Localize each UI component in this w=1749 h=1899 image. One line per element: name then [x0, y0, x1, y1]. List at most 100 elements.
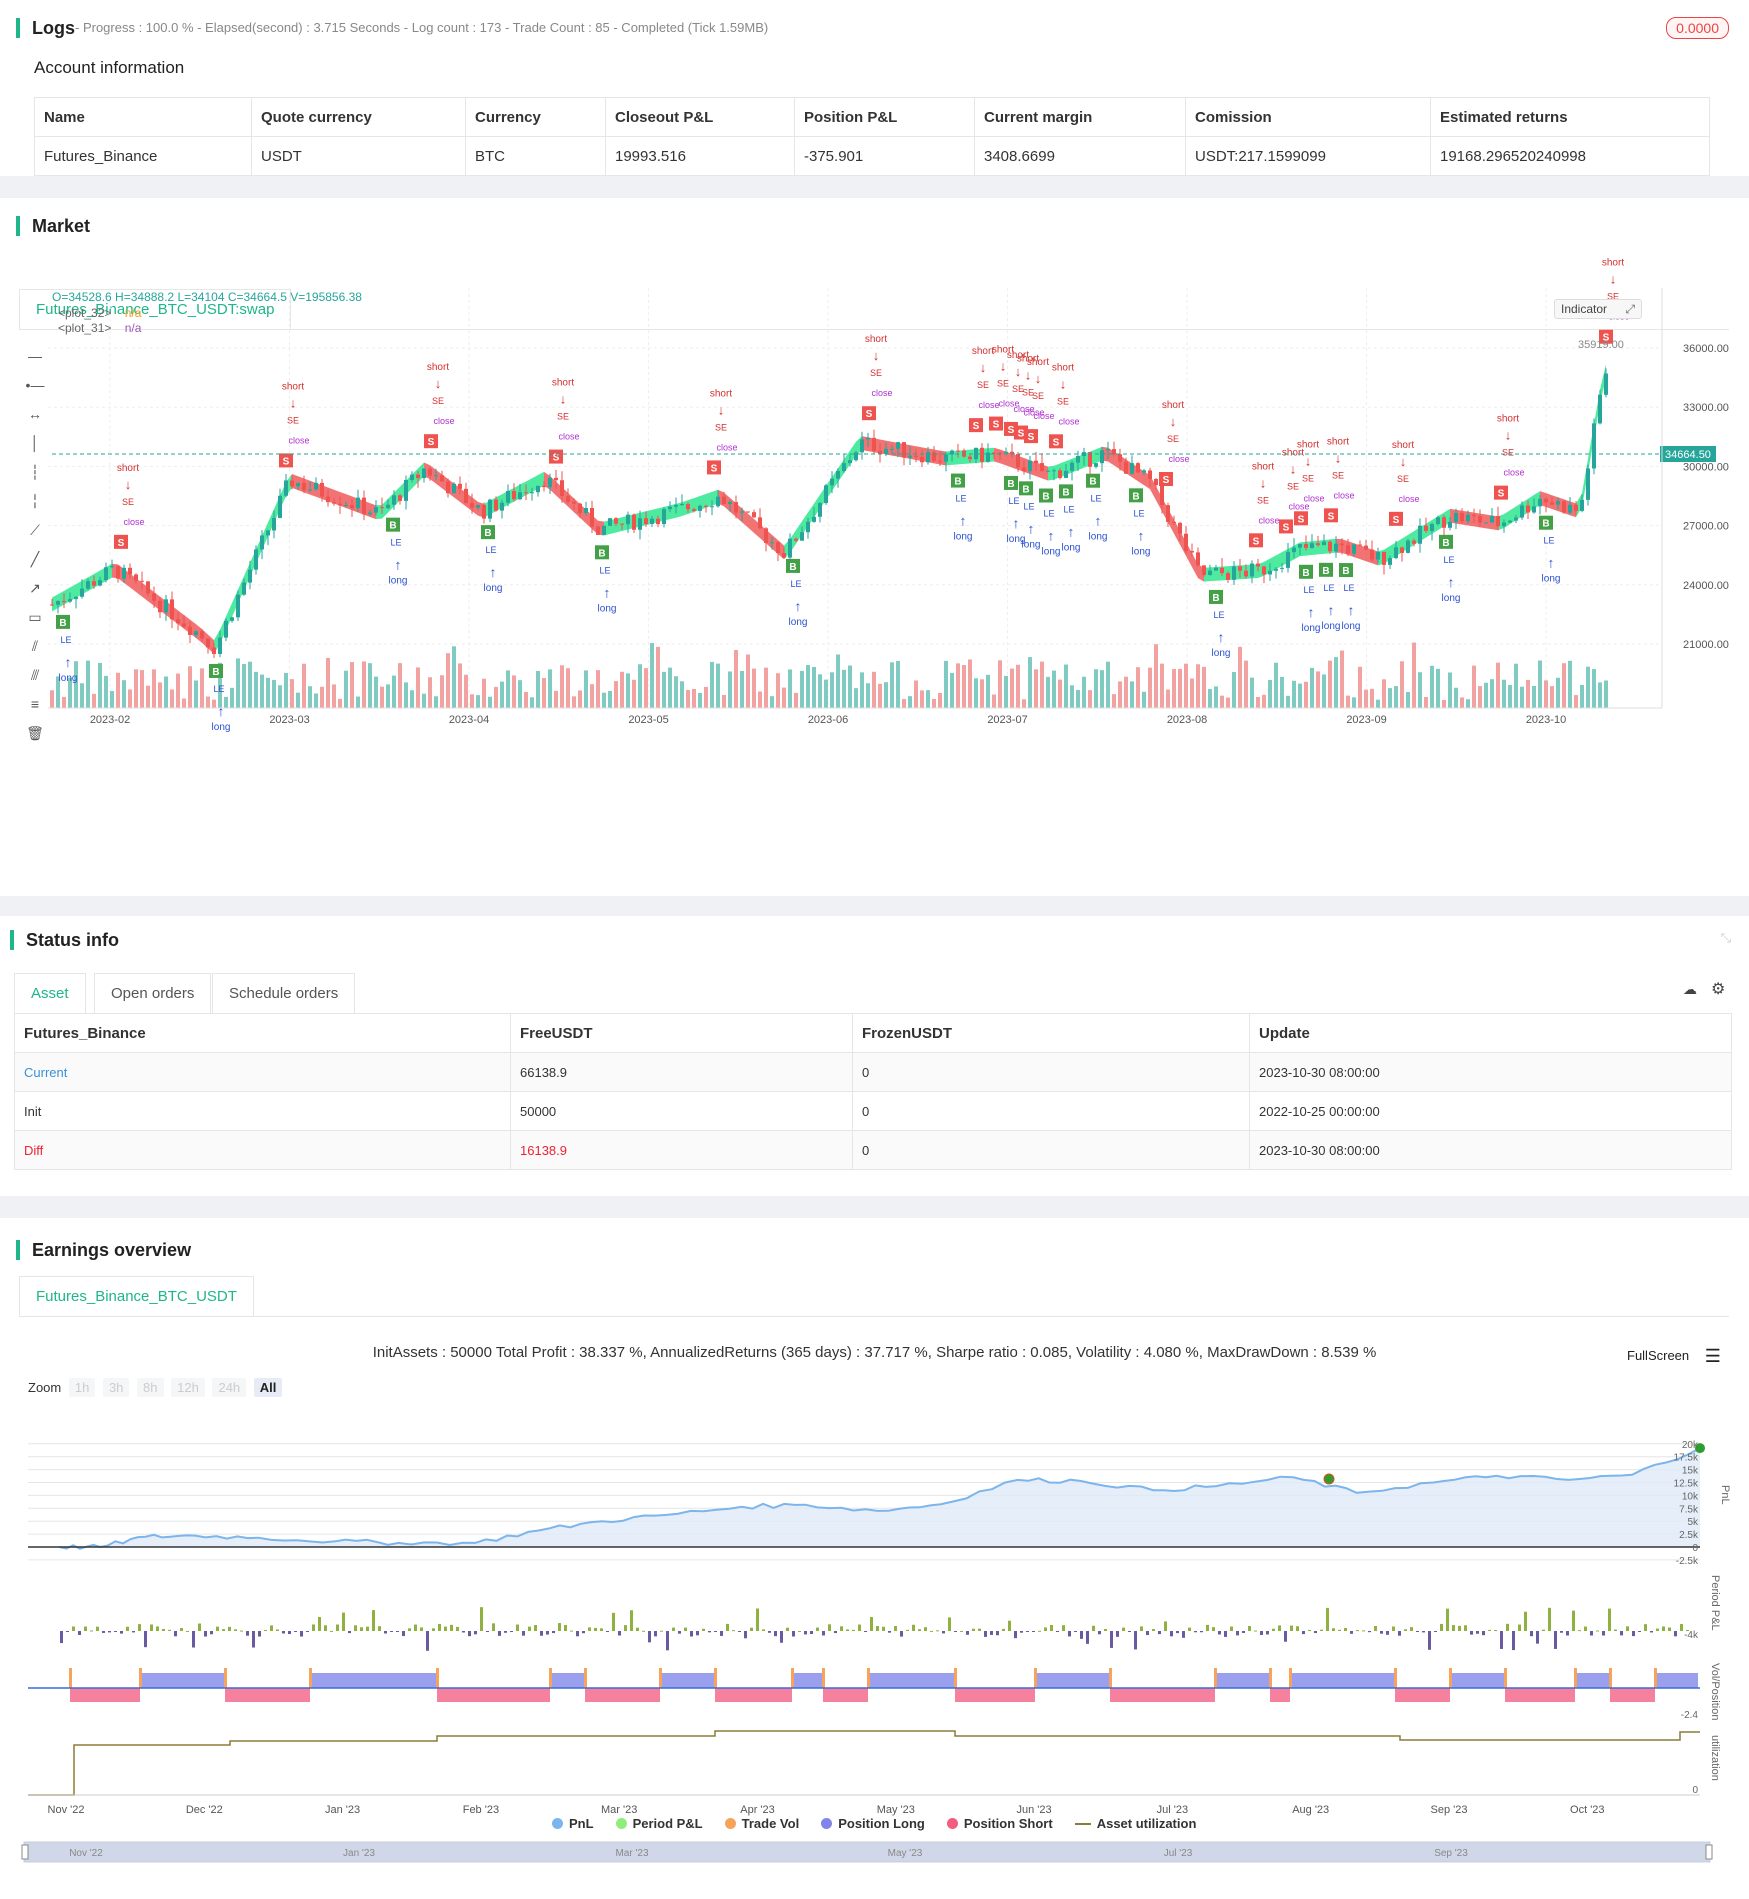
candle-body	[1418, 525, 1422, 544]
period-pnl-bar	[768, 1631, 771, 1633]
period-pnl-bar	[612, 1612, 615, 1631]
zoom-3h-button[interactable]: 3h	[102, 1378, 130, 1397]
period-pnl-bar	[576, 1631, 579, 1637]
legend-item-asset-utilization[interactable]: Asset utilization	[1074, 1816, 1196, 1831]
volume-bar	[1496, 662, 1500, 708]
trade-vol-bar	[1609, 1668, 1612, 1688]
earnings-symbol-tab[interactable]: Futures_Binance_BTC_USDT	[19, 1276, 254, 1316]
trade-vol-bar	[822, 1668, 825, 1688]
tab-open-orders[interactable]: Open orders	[94, 973, 212, 1013]
candle-body	[1214, 567, 1218, 571]
volume-bar	[266, 677, 270, 708]
candle-body	[650, 518, 654, 524]
candle-body	[128, 567, 132, 575]
volume-bar	[1424, 697, 1428, 708]
period-pnl-bar	[1428, 1631, 1431, 1650]
candle-body	[1106, 449, 1110, 451]
candle-body	[1172, 521, 1176, 523]
fullscreen-button[interactable]: FullScreen ☰	[1627, 1346, 1721, 1367]
earnings-time-axis: Nov '22 Dec '22 Jan '23 Feb '23 Mar '23 Apr '…	[48, 1804, 1605, 1816]
legend-item-position-long[interactable]: Position Long	[821, 1816, 925, 1831]
volume-bar	[734, 649, 738, 708]
tab-asset[interactable]: Asset	[14, 973, 86, 1013]
period-pnl-bar	[192, 1631, 195, 1648]
volume-bar	[368, 663, 372, 708]
expand-icon[interactable]: ⤢	[1625, 300, 1635, 318]
candle-body	[812, 516, 816, 522]
signal-se-label: SE	[715, 422, 727, 432]
candle-body	[1400, 547, 1404, 553]
candle-body	[56, 601, 60, 605]
signal-long-arrow: ↑	[1095, 513, 1102, 529]
legend-item-position-short[interactable]: Position Short	[946, 1816, 1053, 1831]
candle-body	[386, 504, 390, 509]
volume-bar	[1568, 660, 1572, 708]
candle-body	[1382, 551, 1386, 565]
zoom-1h-button[interactable]: 1h	[68, 1378, 96, 1397]
navigator-right-handle[interactable]	[1705, 1844, 1713, 1860]
period-pnl-bar	[522, 1631, 525, 1636]
pnl-tick-label: 15k	[1682, 1466, 1699, 1477]
candle-body	[1298, 544, 1302, 548]
sell-marker-label: S	[1008, 425, 1015, 436]
menu-icon[interactable]: ☰	[1705, 1346, 1721, 1366]
period-pnl-bar	[1374, 1626, 1377, 1631]
volume-bar	[962, 665, 966, 708]
earnings-time-tick: Aug '23	[1292, 1804, 1329, 1816]
period-pnl-bar	[606, 1631, 609, 1632]
period-pnl-bar	[834, 1631, 837, 1634]
table-row: Diff 16138.9 0 2023-10-30 08:00:00	[14, 1130, 1732, 1170]
candle-body	[992, 452, 996, 454]
volume-bar	[1202, 666, 1206, 708]
volume-bar	[512, 675, 516, 708]
zoom-24h-button[interactable]: 24h	[212, 1378, 247, 1397]
period-pnl-bar	[1458, 1625, 1461, 1631]
buy-marker-label: B	[954, 477, 961, 488]
volume-bar	[116, 672, 120, 708]
gear-icon[interactable]: ⚙	[1711, 979, 1725, 999]
candle-body	[218, 637, 222, 654]
logs-meta: - Progress : 100.0 % - Elapsed(second) :…	[75, 20, 769, 35]
volume-bar	[692, 688, 696, 708]
volume-bar	[1238, 646, 1242, 708]
last-price-label: 34664.50	[1665, 449, 1711, 461]
table-header-cell: FreeUSDT	[510, 1013, 853, 1053]
position-short-block	[715, 1688, 792, 1702]
volume-bar	[728, 671, 732, 708]
period-pnl-bar	[60, 1631, 63, 1644]
candle-body	[896, 442, 900, 449]
candle-body	[278, 495, 282, 518]
candle-body	[272, 517, 276, 531]
period-pnl-bar	[216, 1626, 219, 1631]
zoom-8h-button[interactable]: 8h	[137, 1378, 164, 1397]
indicator-button[interactable]: Indicator ⤢	[1554, 299, 1642, 319]
zoom-all-button[interactable]: All	[253, 1378, 283, 1397]
position-long-block	[1450, 1673, 1505, 1688]
volume-bar	[380, 686, 384, 708]
navigator-left-handle[interactable]	[21, 1844, 29, 1860]
zoom-12h-button[interactable]: 12h	[171, 1378, 205, 1397]
volume-bar	[146, 685, 150, 708]
trade-vol-bar	[69, 1668, 72, 1688]
period-pnl-bar	[672, 1627, 675, 1631]
volume-bar	[1220, 695, 1224, 708]
legend-item-pnl[interactable]: PnL	[552, 1816, 594, 1831]
position-long-block	[1035, 1673, 1110, 1688]
volume-bar	[1346, 695, 1350, 708]
volume-bar	[398, 663, 402, 708]
cloud-icon[interactable]: ☁	[1683, 981, 1697, 998]
buy-marker-label: B	[389, 521, 396, 532]
candle-body	[1592, 423, 1596, 469]
period-pnl-bar	[1650, 1631, 1653, 1633]
tab-schedule-orders[interactable]: Schedule orders	[212, 973, 356, 1013]
pnl-tick-label: 7.5k	[1679, 1504, 1699, 1515]
collapse-icon[interactable]: ⤡	[1721, 930, 1731, 946]
signal-short-arrow: ↓	[290, 395, 297, 410]
legend-item-period-pnl[interactable]: Period P&L	[615, 1816, 703, 1831]
signal-se-label: SE	[122, 497, 134, 507]
legend-item-trade-vol[interactable]: Trade Vol	[724, 1816, 799, 1831]
period-pnl-bar	[150, 1624, 153, 1631]
period-pnl-bar	[96, 1626, 99, 1631]
volume-bar	[848, 665, 852, 708]
volume-bar	[608, 690, 612, 708]
